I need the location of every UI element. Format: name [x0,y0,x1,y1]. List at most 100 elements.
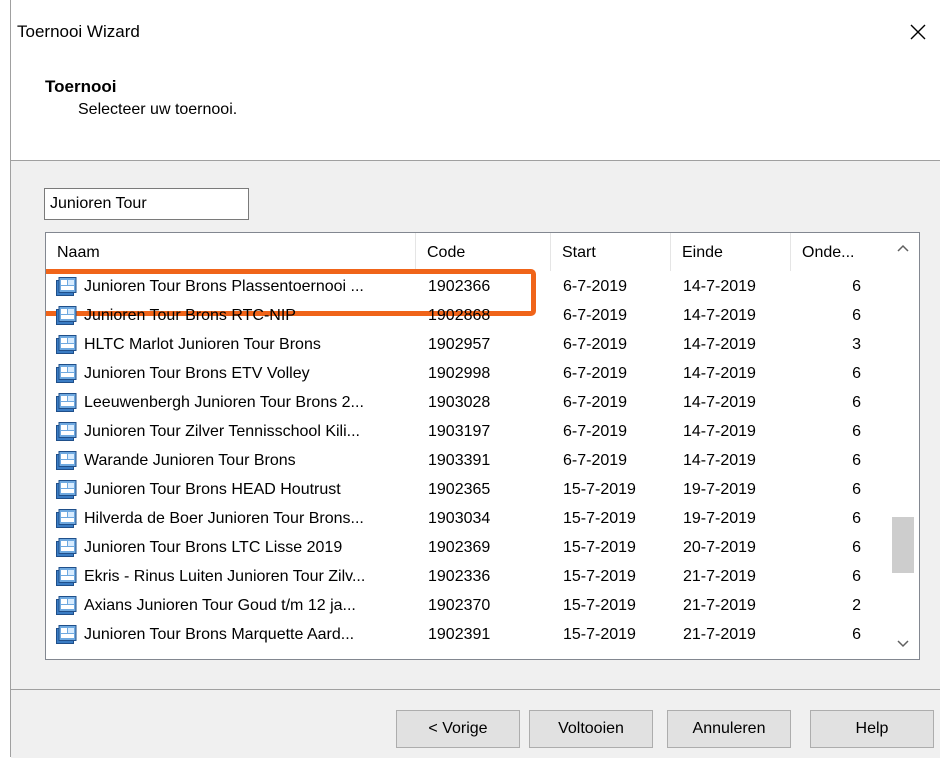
cell-start: 6-7-2019 [563,278,628,295]
column-header-code[interactable]: Code [416,233,551,271]
tournament-icon [56,625,77,644]
cell-start: 6-7-2019 [563,365,628,382]
page-subtitle: Selecteer uw toernooi. [78,101,238,118]
cell-einde: 14-7-2019 [683,365,756,382]
scroll-thumb[interactable] [892,517,914,574]
cell-naam: Junioren Tour Brons HEAD Houtrust [84,481,341,498]
close-button[interactable] [895,10,940,54]
cell-naam: Leeuwenbergh Junioren Tour Brons 2... [84,394,364,411]
title-bar: Toernooi Wizard [11,0,940,64]
list-header: Naam Code Start Einde Onde... [46,233,876,271]
cell-start: 15-7-2019 [563,539,636,556]
cell-naam: HLTC Marlot Junioren Tour Brons [84,336,321,353]
cell-einde: 21-7-2019 [683,568,756,585]
cell-start: 15-7-2019 [563,481,636,498]
cell-start: 6-7-2019 [563,394,628,411]
cell-onde: 6 [852,278,861,295]
cell-code: 1903391 [428,452,491,469]
tournament-icon [56,451,77,470]
close-icon [910,24,926,40]
window-title: Toernooi Wizard [17,22,140,41]
cell-einde: 20-7-2019 [683,539,756,556]
cell-start: 15-7-2019 [563,626,636,643]
finish-button[interactable]: Voltooien [529,710,653,748]
cell-onde: 6 [852,307,861,324]
cell-naam: Hilverda de Boer Junioren Tour Brons... [84,510,364,527]
cell-code: 1902366 [428,278,491,295]
cell-code: 1902998 [428,365,491,382]
wizard-body: Naam Code Start Einde Onde... Junioren T… [11,161,940,689]
table-row[interactable]: Warande Junioren Tour Brons 1903391 6-7-20… [46,445,876,474]
cell-code: 1902369 [428,539,491,556]
cell-einde: 19-7-2019 [683,510,756,527]
table-row[interactable]: Junioren Tour Zilver Tennisschool Kili..… [46,416,876,445]
help-button[interactable]: Help [810,710,934,748]
vertical-scrollbar[interactable] [886,233,919,659]
cell-start: 6-7-2019 [563,423,628,440]
cell-code: 1902370 [428,597,491,614]
tournament-icon [56,538,77,557]
table-row[interactable]: Junioren Tour Brons Marquette Aard... 190… [46,619,876,648]
cell-onde: 6 [852,626,861,643]
cell-onde: 3 [852,336,861,353]
cell-naam: Junioren Tour Brons LTC Lisse 2019 [84,539,343,556]
cell-onde: 6 [852,394,861,411]
cell-start: 6-7-2019 [563,452,628,469]
cell-einde: 14-7-2019 [683,452,756,469]
wizard-window: Toernooi Wizard Toernooi Selecteer uw to… [10,0,940,758]
cell-code: 1902957 [428,336,491,353]
cell-start: 15-7-2019 [563,597,636,614]
cell-naam: Junioren Tour Brons Marquette Aard... [84,626,355,643]
tournament-icon [56,393,77,412]
table-row[interactable]: Hilverda de Boer Junioren Tour Brons... 1… [46,503,876,532]
column-header-start[interactable]: Start [551,233,671,271]
wizard-footer: < Vorige Voltooien Annuleren Help [11,689,940,758]
previous-button[interactable]: < Vorige [396,710,520,748]
cell-code: 1902391 [428,626,491,643]
tournament-icon [56,509,77,528]
table-row[interactable]: Junioren Tour Brons RTC-NIP 1902868 6-7-20… [46,300,876,329]
cell-naam: Ekris - Rinus Luiten Junioren Tour Zilv.… [84,568,366,585]
cell-code: 1903034 [428,510,491,527]
cell-einde: 14-7-2019 [683,394,756,411]
table-row[interactable]: Ekris - Rinus Luiten Junioren Tour Zilv.… [46,561,876,590]
cell-onde: 6 [852,423,861,440]
cell-einde: 14-7-2019 [683,278,756,295]
cell-code: 1902868 [428,307,491,324]
tournament-list[interactable]: Naam Code Start Einde Onde... Junioren T… [45,232,920,660]
cell-code: 1903197 [428,423,491,440]
tournament-icon [56,335,77,354]
column-header-einde[interactable]: Einde [671,233,791,271]
tournament-icon [56,567,77,586]
search-input[interactable] [44,188,249,220]
column-header-naam[interactable]: Naam [46,233,416,271]
table-row[interactable]: Junioren Tour Brons ETV Volley 1902998 6-7… [46,358,876,387]
cell-einde: 21-7-2019 [683,626,756,643]
cell-naam: Junioren Tour Zilver Tennisschool Kili..… [84,423,360,440]
column-header-onde[interactable]: Onde... [791,233,876,271]
cell-start: 15-7-2019 [563,568,636,585]
cell-code: 1902336 [428,568,491,585]
cell-naam: Warande Junioren Tour Brons [84,452,296,469]
tournament-icon [56,306,77,325]
scroll-up-button[interactable] [886,233,919,263]
scroll-down-button[interactable] [886,629,919,659]
cell-start: 6-7-2019 [563,336,628,353]
table-row[interactable]: Junioren Tour Brons LTC Lisse 2019 190236… [46,532,876,561]
cancel-button[interactable]: Annuleren [667,710,791,748]
page-title: Toernooi [45,77,117,96]
cell-einde: 19-7-2019 [683,481,756,498]
cell-onde: 6 [852,510,861,527]
table-row[interactable]: Junioren Tour Brons Plassentoernooi ... 1… [46,269,876,316]
cell-einde: 14-7-2019 [683,336,756,353]
tournament-icon [56,480,77,499]
cell-onde: 2 [852,597,861,614]
table-row[interactable]: Axians Junioren Tour Goud t/m 12 ja... 19… [46,590,876,619]
table-row[interactable]: HLTC Marlot Junioren Tour Brons 1902957 6-… [46,329,876,358]
cell-start: 6-7-2019 [563,307,628,324]
cell-onde: 6 [852,568,861,585]
cell-onde: 6 [852,365,861,382]
table-row[interactable]: Leeuwenbergh Junioren Tour Brons 2... 190… [46,387,876,416]
table-row[interactable]: Junioren Tour Brons HEAD Houtrust 1902365… [46,474,876,503]
cell-onde: 6 [852,481,861,498]
